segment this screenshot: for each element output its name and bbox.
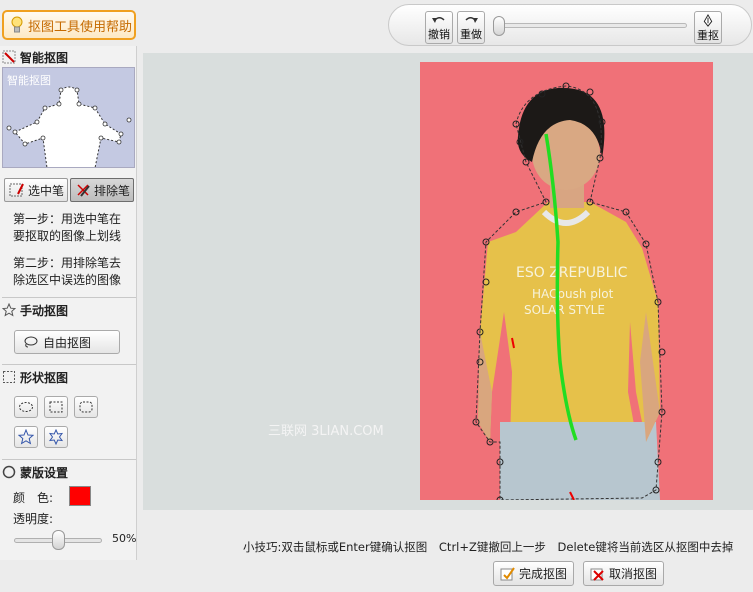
step1-text: 第一步：用选中笔在要抠取的图像上划线 [13, 212, 122, 243]
magic-wand-icon [2, 50, 16, 64]
shape-cutout-header: 形状抠图 [2, 369, 68, 385]
rounded-rect-icon [79, 401, 93, 413]
exclude-pen-button[interactable]: 排除笔 [70, 178, 134, 202]
redo-icon [465, 17, 478, 23]
undo-label: 撤销 [428, 28, 450, 41]
color-label: 颜 色: [13, 491, 54, 505]
top-toolbar: 撤销 重做 重抠 [388, 4, 752, 46]
reset-label: 重抠 [697, 29, 719, 42]
pen-nib-icon [703, 14, 713, 27]
tip-undo: Ctrl+Z键撤回上一步 [438, 540, 546, 554]
divider [2, 297, 136, 298]
zoom-slider[interactable] [497, 23, 687, 28]
undo-button[interactable]: 撤销 [425, 11, 453, 44]
help-button[interactable]: 抠图工具使用帮助 [2, 10, 136, 40]
select-pen-button[interactable]: 选中笔 [4, 178, 68, 202]
rect-shape-button[interactable] [44, 396, 68, 418]
opacity-label: 透明度: [13, 512, 54, 526]
step2-text: 第二步：用排除笔去除选区中误选的图像 [13, 256, 122, 287]
star6-icon [48, 429, 64, 445]
smart-cutout-header: 智能抠图 [2, 49, 68, 65]
undo-icon [432, 17, 445, 23]
ellipse-icon [19, 402, 33, 412]
svg-text:ESO ZREPUBLIC: ESO ZREPUBLIC [516, 265, 628, 281]
star6-shape-button[interactable] [44, 426, 68, 448]
exclude-pen-icon [77, 184, 90, 197]
preview-silhouette [6, 86, 132, 167]
rounded-rect-shape-button[interactable] [74, 396, 98, 418]
lightbulb-icon [11, 16, 23, 33]
smart-preview: 智能抠图 [2, 67, 135, 168]
mask-settings-header: 蒙版设置 [2, 464, 68, 480]
star-outline-icon [2, 303, 16, 317]
person-cutout-drawing: ESO ZREPUBLIC HACpush plot SOLAR STYLE [472, 82, 666, 500]
mask-color-swatch[interactable] [69, 486, 91, 506]
rect-icon [49, 401, 63, 413]
ellipse-shape-button[interactable] [14, 396, 38, 418]
tip-delete: Delete键将当前选区从抠图中去掉 [557, 540, 734, 554]
circle-outline-icon [2, 465, 16, 479]
free-cutout-button[interactable]: 自由抠图 [14, 330, 120, 354]
finish-cutout-button[interactable]: 完成抠图 [493, 561, 575, 586]
opacity-value: 50% [112, 532, 137, 545]
opacity-slider-knob[interactable] [52, 530, 65, 550]
tip-text: 小技巧:双击鼠标或Enter键确认抠图 Ctrl+Z键撤回上一步 Delete键… [243, 539, 741, 555]
watermark: 三联网 3LIAN.COM [268, 424, 384, 439]
tip-confirm: 小技巧:双击鼠标或Enter键确认抠图 [243, 540, 428, 554]
cancel-icon [590, 568, 604, 581]
redo-label: 重做 [460, 28, 482, 41]
star-shape-button[interactable] [14, 426, 38, 448]
zoom-slider-knob[interactable] [493, 16, 505, 36]
divider [2, 364, 136, 365]
reset-button[interactable]: 重抠 [694, 11, 722, 44]
redo-button[interactable]: 重做 [457, 11, 485, 44]
check-pencil-icon [500, 566, 515, 580]
divider [2, 459, 136, 460]
photo[interactable]: ESO ZREPUBLIC HACpush plot SOLAR STYLE [420, 62, 713, 500]
dashed-square-icon [3, 371, 15, 383]
lasso-icon [24, 336, 38, 348]
svg-text:SOLAR STYLE: SOLAR STYLE [524, 303, 605, 317]
manual-cutout-header: 手动抠图 [2, 302, 68, 318]
select-pen-icon [9, 183, 24, 197]
help-label: 抠图工具使用帮助 [28, 19, 133, 35]
svg-text:HACpush plot: HACpush plot [532, 287, 614, 301]
star-icon [18, 429, 34, 445]
cancel-cutout-button[interactable]: 取消抠图 [583, 561, 665, 586]
